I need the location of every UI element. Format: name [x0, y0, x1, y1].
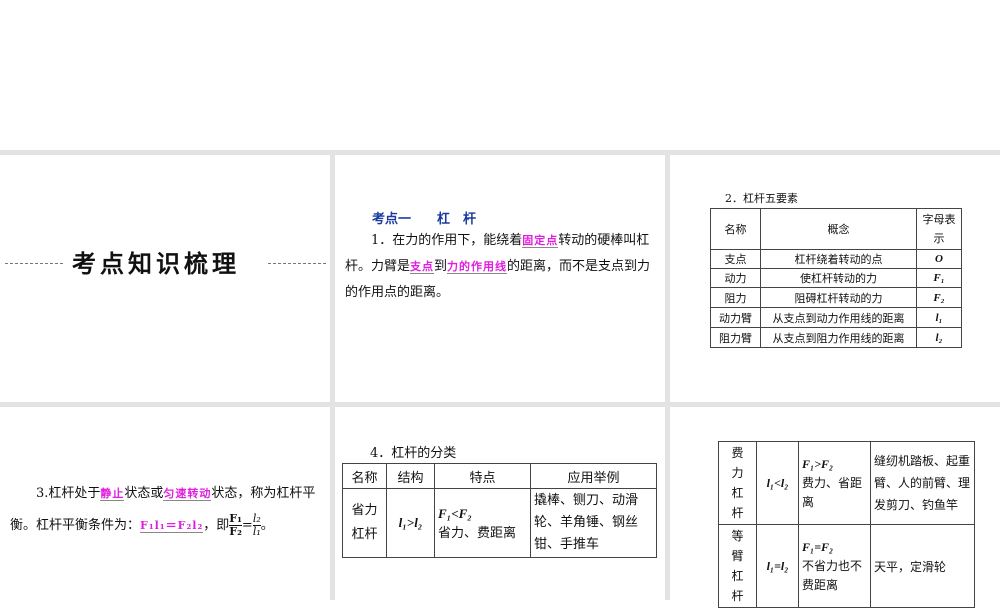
text: 1．在力的作用下，能绕着 [371, 233, 523, 248]
td: 动力臂 [710, 307, 761, 328]
td: 省力杠杆 [342, 488, 387, 558]
blank-answer: 力的作用线 [447, 260, 508, 274]
td: 杠杆绕着转动的点 [760, 249, 917, 269]
th: 字母表示 [916, 208, 962, 250]
text: 。 [260, 518, 274, 533]
equals: = [241, 518, 253, 533]
denominator: F₂ [229, 525, 242, 538]
fraction: F₁ F₂ [229, 513, 242, 538]
text: 到 [434, 259, 448, 274]
td: l₁ [916, 307, 962, 328]
blank-answer: 匀速转动 [163, 487, 212, 501]
th: 应用举例 [530, 463, 657, 489]
text: F₁<F₂ [438, 505, 472, 521]
td: F₁>F₂ 费力、省距离 [798, 441, 871, 525]
td: 天平，定滑轮 [870, 524, 975, 608]
td: O [916, 249, 962, 269]
lever-classification-table-cont: 费力杠杆 l₁<l₂ F₁>F₂ 费力、省距离 缝纫机踏板、起重臂、人的前臂、理发剪刀、… [718, 441, 975, 608]
th: 结构 [386, 463, 435, 489]
td: 阻力臂 [710, 327, 761, 348]
th: 概念 [760, 208, 917, 250]
td: F₁=F₂ 不省力也不费距离 [798, 524, 871, 608]
td: F₂ [916, 287, 962, 308]
td: 从支点到阻力作用线的距离 [760, 327, 917, 348]
td: l₁=l₂ [756, 524, 799, 608]
th: 名称 [710, 208, 761, 250]
table-heading: 2．杠杆五要素 [725, 192, 798, 205]
td: 等臂杠杆 [718, 524, 757, 608]
td: F₁ [916, 268, 962, 288]
lever-classification-table: 名称 结构 特点 应用举例 省力杠杆 l₁>l₂ F₁<F₂ 省力、费距离 撬棒、铡刀、动滑轮… [342, 463, 657, 558]
table-heading: 4．杠杆的分类 [370, 446, 457, 461]
td: 动力 [710, 268, 761, 288]
divider [0, 402, 1000, 407]
td: 从支点到动力作用线的距离 [760, 307, 917, 328]
td: 撬棒、铡刀、动滑轮、羊角锤、钢丝钳、手推车 [530, 488, 657, 558]
text: 3.杠杆处于 [36, 486, 101, 501]
five-elements-table: 名称 概念 字母表示 支点 杠杆绕着转动的点 O 动力 使杠杆转动的力 F₁ 阻力 阻碍杠杆转… [710, 208, 962, 348]
paragraph-1: 1．在力的作用下，能绕着固定点转动的硬棒叫杠杆。力臂是支点到力的作用线的距离，而… [345, 228, 657, 306]
td: 缝纫机踏板、起重臂、人的前臂、理发剪刀、钓鱼竿 [870, 441, 975, 525]
decor-dots-left [5, 263, 63, 264]
fraction: l₂ l₁ [252, 513, 261, 538]
td: 阻力 [710, 287, 761, 308]
balance-formula: F₁l₁＝F₂l₂ [140, 519, 204, 533]
blank-answer: 支点 [410, 260, 435, 274]
th: 特点 [434, 463, 531, 489]
th: 名称 [342, 463, 387, 489]
blank-answer: 固定点 [522, 234, 559, 248]
topic-heading: 考点一 杠 杆 [372, 212, 477, 227]
divider [0, 150, 1000, 155]
td: 费力杠杆 [718, 441, 757, 525]
td: l₁<l₂ [756, 441, 799, 525]
text: 省力、费距离 [438, 525, 517, 541]
text: 状态或 [124, 486, 164, 501]
td: l₁>l₂ [386, 488, 435, 558]
td: l₂ [916, 327, 962, 348]
td: F₁<F₂ 省力、费距离 [434, 488, 531, 558]
text: 不省力也不费距离 [802, 558, 863, 592]
denominator: l₁ [252, 525, 261, 538]
text: 费力、省距离 [802, 475, 863, 509]
section-title: 考点知识梳理 [72, 250, 240, 278]
blank-answer: 静止 [100, 487, 125, 501]
td: 支点 [710, 249, 761, 269]
text: F₁>F₂ [802, 456, 834, 471]
divider [330, 150, 335, 600]
td: 阻碍杠杆转动的力 [760, 287, 917, 308]
divider [665, 150, 670, 600]
td: 使杠杆转动的力 [760, 268, 917, 288]
decor-dots-right [268, 263, 326, 264]
text: F₁=F₂ [802, 539, 834, 554]
paragraph-3: 3.杠杆处于静止状态或匀速转动状态，称为杠杆平衡。杠杆平衡条件为：F₁l₁＝F₂… [10, 478, 328, 542]
text: ，即 [203, 518, 230, 533]
